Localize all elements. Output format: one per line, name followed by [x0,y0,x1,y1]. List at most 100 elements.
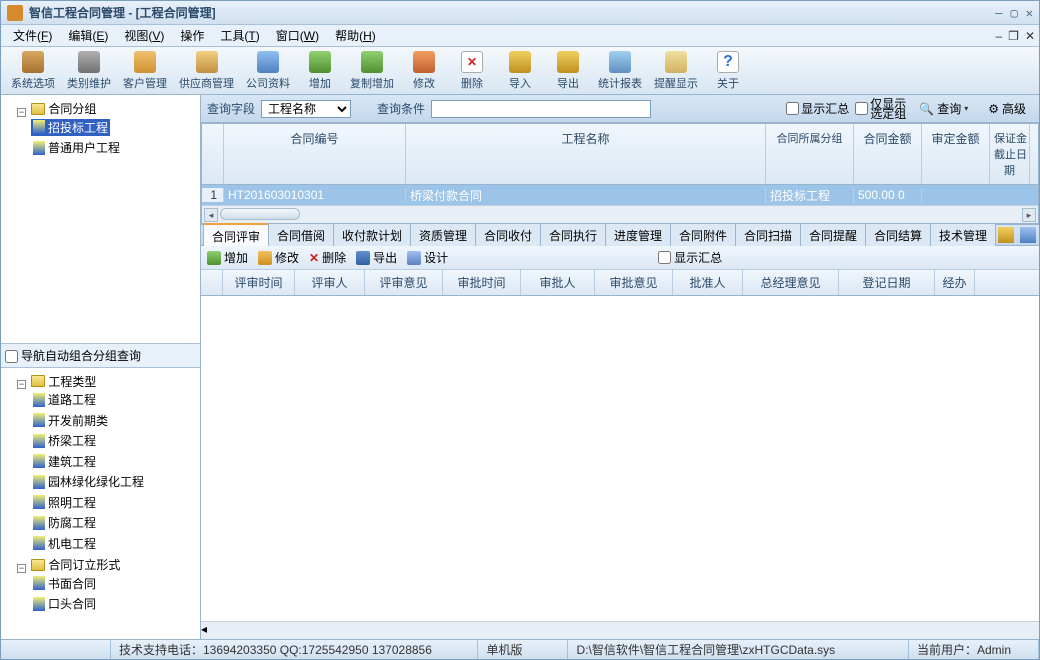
minimize-icon[interactable]: — [995,6,1002,20]
tab-合同扫描[interactable]: 合同扫描 [735,223,801,247]
add-button[interactable]: 增加 [296,49,344,93]
maximize-icon[interactable]: ▢ [1011,6,1018,20]
grid-hscrollbar[interactable]: ◂ ▸ [202,205,1038,223]
sub-show-summary-checkbox[interactable]: 显示汇总 [658,249,722,266]
lower-hscrollbar[interactable]: ◂ ▸ [201,621,1039,639]
tab-合同评审[interactable]: 合同评审 [203,223,269,248]
menu-编辑[interactable]: 编辑(E) [60,25,116,46]
lcol-经办[interactable]: 经办 [935,270,975,295]
close-icon[interactable]: ✕ [1026,6,1033,20]
tab-合同提醒[interactable]: 合同提醒 [800,223,866,247]
tab-合同附件[interactable]: 合同附件 [670,223,736,247]
tree-item-建筑工程[interactable]: 建筑工程 [31,453,98,470]
tree-item-书面合同[interactable]: 书面合同 [31,575,98,592]
menu-操作[interactable]: 操作 [172,25,212,46]
sub-add-button[interactable]: 增加 [207,249,248,266]
menu-窗口[interactable]: 窗口(W) [268,25,327,46]
tab-合同收付[interactable]: 合同收付 [475,223,541,247]
lcol-评审人[interactable]: 评审人 [295,270,365,295]
col-工程名称[interactable]: 工程名称 [406,124,766,184]
delete-button[interactable]: ✕删除 [448,49,496,93]
mdi-close-icon[interactable]: ✕ [1025,29,1035,43]
col-审定金额[interactable]: 审定金额 [922,124,990,184]
sub-design-button[interactable]: 设计 [407,249,448,266]
scroll-left-icon[interactable]: ◂ [201,622,1039,636]
menu-帮助[interactable]: 帮助(H) [327,25,384,46]
collapse-icon[interactable]: − [17,108,26,117]
tab-合同结算[interactable]: 合同结算 [865,223,931,247]
menu-文件[interactable]: 文件(F) [5,25,60,46]
collapse-icon[interactable]: − [17,564,26,573]
scroll-right-icon[interactable]: ▸ [1022,208,1036,222]
review-grid[interactable]: 评审时间评审人评审意见审批时间审批人审批意见批准人总经理意见登记日期经办 ◂ ▸ [201,270,1039,639]
menu-工具[interactable]: 工具(T) [212,25,267,46]
tree-item-道路工程[interactable]: 道路工程 [31,391,98,408]
project-type-tree[interactable]: − 工程类型道路工程开发前期类桥梁工程建筑工程园林绿化绿化工程照明工程防腐工程机… [1,368,200,639]
mdi-restore-icon[interactable]: ❐ [1008,29,1019,43]
lcol-审批意见[interactable]: 审批意见 [595,270,673,295]
nav-auto-checkbox-label[interactable]: 导航自动组合分组查询 [5,349,141,363]
collapse-icon[interactable]: − [17,380,26,389]
tree-item-园林绿化绿化工程[interactable]: 园林绿化绿化工程 [31,473,146,490]
tab-进度管理[interactable]: 进度管理 [605,223,671,247]
system-options-button[interactable]: 系统选项 [5,49,61,93]
mdi-minimize-icon[interactable]: – [995,29,1002,43]
modify-button[interactable]: 修改 [400,49,448,93]
category-maint-button[interactable]: 类别维护 [61,49,117,93]
advanced-button[interactable]: ⚙高级 [981,97,1033,120]
tab-收付款计划[interactable]: 收付款计划 [333,223,411,247]
lcol-审批人[interactable]: 审批人 [521,270,595,295]
scroll-thumb[interactable] [220,208,300,220]
tab-tool-icon-2[interactable] [1020,227,1036,243]
tab-资质管理[interactable]: 资质管理 [410,223,476,247]
copy-add-button[interactable]: 复制增加 [344,49,400,93]
tree-item-防腐工程[interactable]: 防腐工程 [31,514,98,531]
tree-item-机电工程[interactable]: 机电工程 [31,535,98,552]
sub-modify-button[interactable]: 修改 [258,249,299,266]
tab-合同借阅[interactable]: 合同借阅 [268,223,334,247]
tree-group-工程类型[interactable]: 工程类型 [29,373,98,390]
tree-item-普通用户工程[interactable]: 普通用户工程 [31,139,122,156]
lcol-登记日期[interactable]: 登记日期 [839,270,935,295]
lcol-评审意见[interactable]: 评审意见 [365,270,443,295]
customer-mgmt-button[interactable]: 客户管理 [117,49,173,93]
scroll-right-icon[interactable]: ▸ [201,636,1039,639]
lcol-审批时间[interactable]: 审批时间 [443,270,521,295]
col-合同编号[interactable]: 合同编号 [224,124,406,184]
sub-delete-button[interactable]: ✕删除 [309,249,346,266]
lcol-评审时间[interactable]: 评审时间 [223,270,295,295]
tree-item-招投标工程[interactable]: 招投标工程 [31,119,110,136]
col-rownum[interactable] [202,124,224,184]
table-row[interactable]: 1HT201603010301桥梁付款合同招投标工程500.00 0 [202,185,1038,205]
tree-group-合同订立形式[interactable]: 合同订立形式 [29,556,122,573]
tab-合同执行[interactable]: 合同执行 [540,223,606,247]
import-button[interactable]: 导入 [496,49,544,93]
about-button[interactable]: ?关于 [704,49,752,93]
lcol-批准人[interactable]: 批准人 [673,270,743,295]
stats-report-button[interactable]: 统计报表 [592,49,648,93]
remind-show-button[interactable]: 提醒显示 [648,49,704,93]
lcol-rownum[interactable] [201,270,223,295]
col-合同金额[interactable]: 合同金额 [854,124,922,184]
tree-item-开发前期类[interactable]: 开发前期类 [31,412,110,429]
tree-item-桥梁工程[interactable]: 桥梁工程 [31,432,98,449]
tab-技术管理[interactable]: 技术管理 [930,223,996,247]
contract-group-tree[interactable]: − 合同分组 招投标工程普通用户工程 [1,95,200,343]
scroll-left-icon[interactable]: ◂ [204,208,218,222]
tab-tool-icon-1[interactable] [998,227,1014,243]
query-cond-input[interactable] [431,100,651,118]
export-button[interactable]: 导出 [544,49,592,93]
lcol-总经理意见[interactable]: 总经理意见 [743,270,839,295]
only-selected-checkbox[interactable]: 仅显示 选定组 [855,99,906,119]
company-info-button[interactable]: 公司资料 [240,49,296,93]
tree-item-口头合同[interactable]: 口头合同 [31,595,98,612]
menu-视图[interactable]: 视图(V) [116,25,172,46]
query-field-select[interactable]: 工程名称 [261,100,351,118]
tree-item-照明工程[interactable]: 照明工程 [31,494,98,511]
sub-export-button[interactable]: 导出 [356,249,397,266]
col-保证金 截止日 期[interactable]: 保证金 截止日 期 [990,124,1030,184]
query-button[interactable]: 🔍查询▾ [912,97,975,120]
contracts-grid[interactable]: 合同编号工程名称合同所属分组合同金额审定金额保证金 截止日 期 1HT20160… [201,123,1039,224]
col-合同所属分组[interactable]: 合同所属分组 [766,124,854,184]
nav-auto-checkbox[interactable] [5,350,18,363]
